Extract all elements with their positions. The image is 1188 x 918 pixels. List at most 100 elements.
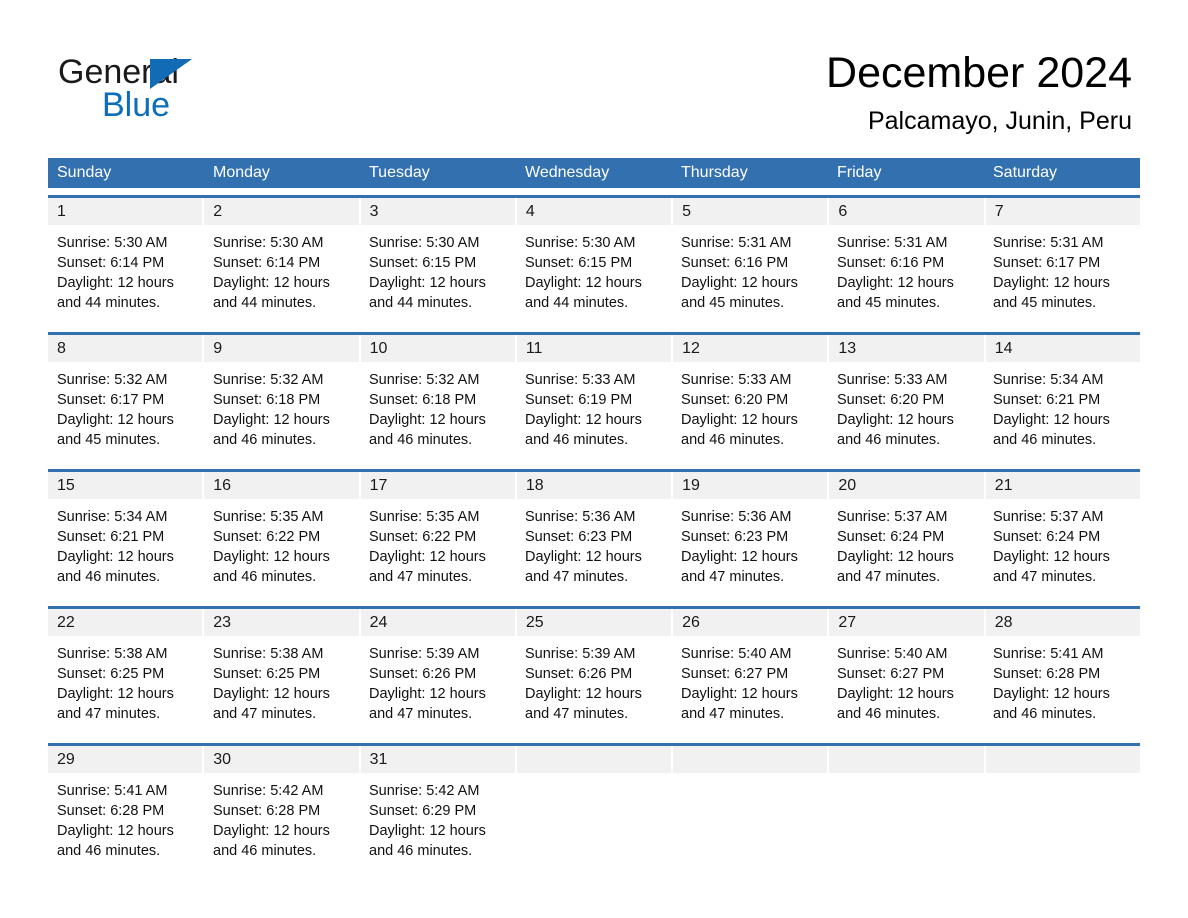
daylight-text-line2: and 47 minutes. xyxy=(525,569,629,585)
week-date-band: 8 9 10 11 12 13 14 xyxy=(48,335,1140,362)
day-cell[interactable]: Sunrise: 5:38 AM Sunset: 6:25 PM Dayligh… xyxy=(48,636,204,736)
day-cell[interactable]: Sunrise: 5:40 AM Sunset: 6:27 PM Dayligh… xyxy=(828,636,984,736)
day-cell[interactable]: Sunrise: 5:36 AM Sunset: 6:23 PM Dayligh… xyxy=(672,499,828,599)
sunrise-text: Sunrise: 5:35 AM xyxy=(213,509,324,525)
daylight-text-line1: Daylight: 12 hours xyxy=(369,823,486,839)
week-date-band: 29 30 31 xyxy=(48,746,1140,773)
day-cell[interactable]: Sunrise: 5:38 AM Sunset: 6:25 PM Dayligh… xyxy=(204,636,360,736)
location-subtitle: Palcamayo, Junin, Peru xyxy=(867,107,1132,135)
day-cell[interactable]: Sunrise: 5:30 AM Sunset: 6:15 PM Dayligh… xyxy=(516,225,672,325)
day-cell[interactable]: Sunrise: 5:37 AM Sunset: 6:24 PM Dayligh… xyxy=(828,499,984,599)
sunrise-text: Sunrise: 5:39 AM xyxy=(369,646,480,662)
calendar-week-row: 8 9 10 11 12 13 14 Sunrise: 5:32 AM Suns… xyxy=(48,332,1140,462)
day-number: 8 xyxy=(48,335,205,362)
day-cell[interactable]: Sunrise: 5:33 AM Sunset: 6:20 PM Dayligh… xyxy=(672,362,828,462)
daylight-text-line2: and 46 minutes. xyxy=(525,432,629,448)
daylight-text-line1: Daylight: 12 hours xyxy=(525,549,642,565)
day-cell[interactable]: Sunrise: 5:32 AM Sunset: 6:18 PM Dayligh… xyxy=(204,362,360,462)
sunset-text: Sunset: 6:21 PM xyxy=(993,392,1101,408)
week-date-band: 22 23 24 25 26 27 28 xyxy=(48,609,1140,636)
daylight-text-line2: and 47 minutes. xyxy=(369,706,473,722)
sunrise-text: Sunrise: 5:36 AM xyxy=(525,509,636,525)
page-header: General Blue December 2024 Palcamayo, Ju… xyxy=(0,0,1188,150)
day-cell[interactable]: Sunrise: 5:34 AM Sunset: 6:21 PM Dayligh… xyxy=(48,499,204,599)
sunset-text: Sunset: 6:28 PM xyxy=(993,666,1101,682)
weekday-header-tuesday: Tuesday xyxy=(369,164,430,181)
day-number: 27 xyxy=(829,609,986,636)
daylight-text-line2: and 46 minutes. xyxy=(213,843,317,859)
day-cell[interactable]: Sunrise: 5:31 AM Sunset: 6:16 PM Dayligh… xyxy=(672,225,828,325)
day-cell[interactable]: Sunrise: 5:33 AM Sunset: 6:20 PM Dayligh… xyxy=(828,362,984,462)
daylight-text-line1: Daylight: 12 hours xyxy=(369,549,486,565)
day-cell[interactable]: Sunrise: 5:33 AM Sunset: 6:19 PM Dayligh… xyxy=(516,362,672,462)
daylight-text-line1: Daylight: 12 hours xyxy=(213,549,330,565)
daylight-text-line2: and 47 minutes. xyxy=(525,706,629,722)
sunrise-text: Sunrise: 5:42 AM xyxy=(213,783,324,799)
day-cell[interactable]: Sunrise: 5:34 AM Sunset: 6:21 PM Dayligh… xyxy=(984,362,1140,462)
day-cell[interactable]: Sunrise: 5:35 AM Sunset: 6:22 PM Dayligh… xyxy=(360,499,516,599)
day-cell[interactable]: Sunrise: 5:30 AM Sunset: 6:14 PM Dayligh… xyxy=(204,225,360,325)
daylight-text-line1: Daylight: 12 hours xyxy=(681,412,798,428)
day-cell[interactable]: Sunrise: 5:41 AM Sunset: 6:28 PM Dayligh… xyxy=(48,773,204,873)
week-date-band: 1 2 3 4 5 6 7 xyxy=(48,198,1140,225)
daylight-text-line2: and 47 minutes. xyxy=(369,569,473,585)
generalblue-logo: General Blue xyxy=(58,52,388,128)
day-cell[interactable]: Sunrise: 5:42 AM Sunset: 6:28 PM Dayligh… xyxy=(204,773,360,873)
calendar-week-row: 15 16 17 18 19 20 21 Sunrise: 5:34 AM Su… xyxy=(48,469,1140,599)
day-cell[interactable]: Sunrise: 5:31 AM Sunset: 6:16 PM Dayligh… xyxy=(828,225,984,325)
sunrise-text: Sunrise: 5:31 AM xyxy=(681,235,792,251)
day-cell[interactable]: Sunrise: 5:36 AM Sunset: 6:23 PM Dayligh… xyxy=(516,499,672,599)
day-number: 20 xyxy=(829,472,986,499)
day-cell[interactable]: Sunrise: 5:35 AM Sunset: 6:22 PM Dayligh… xyxy=(204,499,360,599)
day-cell[interactable]: Sunrise: 5:39 AM Sunset: 6:26 PM Dayligh… xyxy=(516,636,672,736)
day-cell[interactable]: Sunrise: 5:40 AM Sunset: 6:27 PM Dayligh… xyxy=(672,636,828,736)
day-number-empty xyxy=(517,746,674,773)
sunset-text: Sunset: 6:14 PM xyxy=(57,255,165,271)
daylight-text-line1: Daylight: 12 hours xyxy=(837,412,954,428)
daylight-text-line2: and 46 minutes. xyxy=(681,432,785,448)
day-cell[interactable]: Sunrise: 5:39 AM Sunset: 6:26 PM Dayligh… xyxy=(360,636,516,736)
day-cell-empty xyxy=(984,773,1140,873)
daylight-text-line1: Daylight: 12 hours xyxy=(993,275,1110,291)
day-cell[interactable]: Sunrise: 5:31 AM Sunset: 6:17 PM Dayligh… xyxy=(984,225,1140,325)
daylight-text-line2: and 47 minutes. xyxy=(681,569,785,585)
week-detail-row: Sunrise: 5:32 AM Sunset: 6:17 PM Dayligh… xyxy=(48,362,1140,462)
sunset-text: Sunset: 6:28 PM xyxy=(213,803,321,819)
weekday-header-row: Sunday Monday Tuesday Wednesday Thursday… xyxy=(48,158,1140,188)
day-number: 24 xyxy=(361,609,517,636)
day-cell-empty xyxy=(516,773,672,873)
day-cell[interactable]: Sunrise: 5:41 AM Sunset: 6:28 PM Dayligh… xyxy=(984,636,1140,736)
day-cell[interactable]: Sunrise: 5:30 AM Sunset: 6:14 PM Dayligh… xyxy=(48,225,204,325)
daylight-text-line2: and 44 minutes. xyxy=(57,295,161,311)
logo-text-blue: Blue xyxy=(102,86,171,124)
sunset-text: Sunset: 6:18 PM xyxy=(369,392,477,408)
daylight-text-line2: and 46 minutes. xyxy=(213,569,317,585)
sunrise-text: Sunrise: 5:40 AM xyxy=(837,646,948,662)
day-cell[interactable]: Sunrise: 5:30 AM Sunset: 6:15 PM Dayligh… xyxy=(360,225,516,325)
day-number-empty xyxy=(673,746,830,773)
day-number: 7 xyxy=(994,203,1004,220)
daylight-text-line2: and 46 minutes. xyxy=(369,432,473,448)
day-number: 11 xyxy=(517,335,674,362)
sunrise-text: Sunrise: 5:40 AM xyxy=(681,646,792,662)
daylight-text-line2: and 46 minutes. xyxy=(993,706,1097,722)
weekday-header-saturday: Saturday xyxy=(993,164,1058,181)
day-cell[interactable]: Sunrise: 5:42 AM Sunset: 6:29 PM Dayligh… xyxy=(360,773,516,873)
day-number: 28 xyxy=(994,614,1013,631)
sunset-text: Sunset: 6:29 PM xyxy=(369,803,477,819)
day-cell[interactable]: Sunrise: 5:32 AM Sunset: 6:17 PM Dayligh… xyxy=(48,362,204,462)
sunrise-text: Sunrise: 5:30 AM xyxy=(525,235,636,251)
day-cell[interactable]: Sunrise: 5:37 AM Sunset: 6:24 PM Dayligh… xyxy=(984,499,1140,599)
sunrise-text: Sunrise: 5:36 AM xyxy=(681,509,792,525)
title-block: December 2024 Palcamayo, Junin, Peru xyxy=(826,48,1132,136)
daylight-text-line1: Daylight: 12 hours xyxy=(57,549,174,565)
sunrise-text: Sunrise: 5:32 AM xyxy=(213,372,324,388)
sunset-text: Sunset: 6:26 PM xyxy=(525,666,633,682)
weekday-header-monday: Monday xyxy=(213,164,270,181)
daylight-text-line1: Daylight: 12 hours xyxy=(993,412,1110,428)
day-cell[interactable]: Sunrise: 5:32 AM Sunset: 6:18 PM Dayligh… xyxy=(360,362,516,462)
day-number: 16 xyxy=(204,472,361,499)
sunrise-text: Sunrise: 5:33 AM xyxy=(837,372,948,388)
daylight-text-line1: Daylight: 12 hours xyxy=(681,686,798,702)
day-number: 5 xyxy=(673,198,830,225)
